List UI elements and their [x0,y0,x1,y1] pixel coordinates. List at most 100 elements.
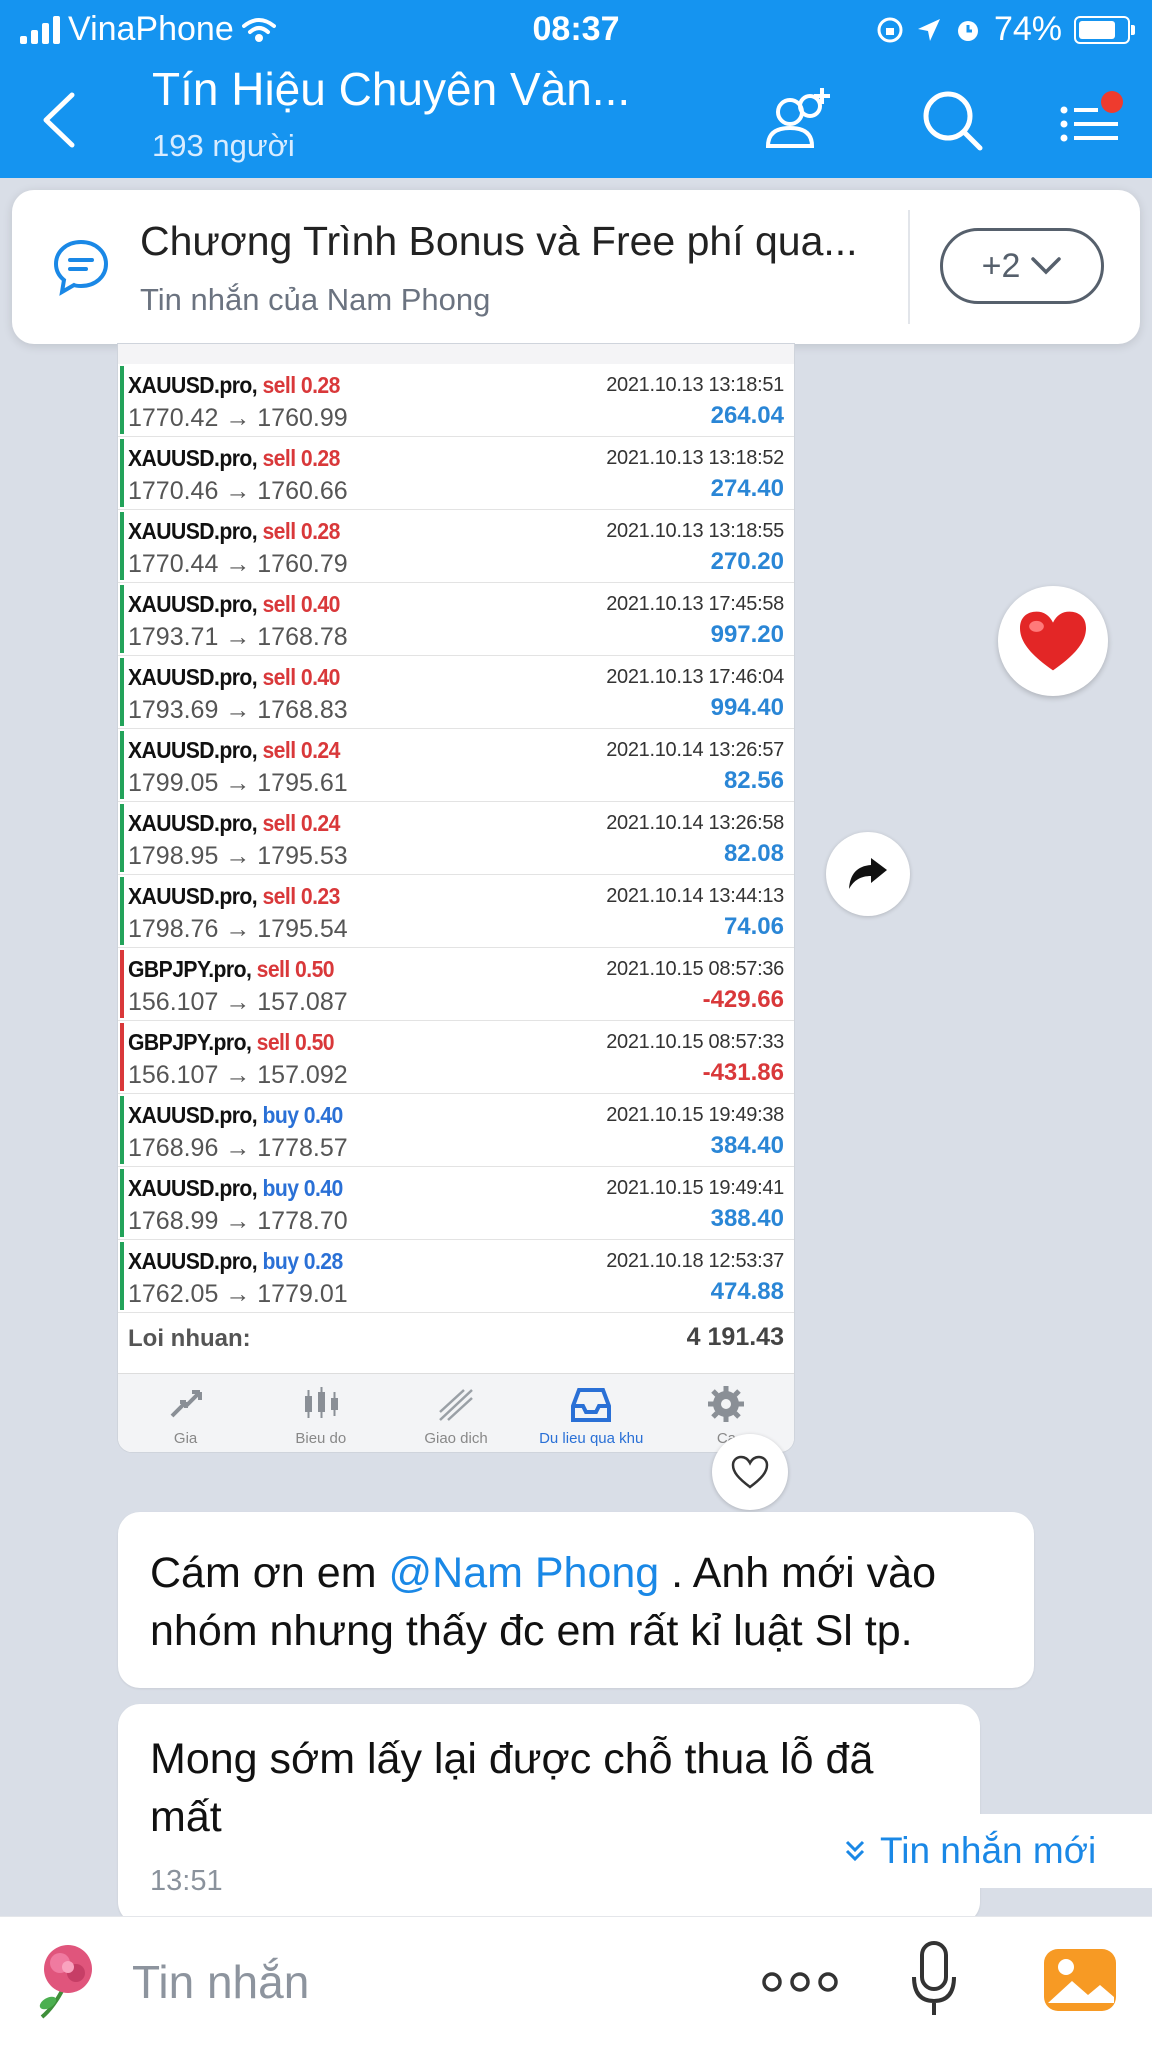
trade-side: sell 0.40 [262,591,341,617]
message-bubble[interactable]: Cám ơn em @Nam Phong . Anh mới vào nhóm … [118,1512,1034,1688]
trade-prices: 156.107 → 157.087 [128,988,348,1016]
mt-bottom-nav: Gia Bieu do Giao dich Du lieu qua khu Ca [118,1373,794,1452]
group-title[interactable]: Tín Hiệu Chuyên Vàn... [152,62,630,116]
trade-side: sell 0.50 [257,1029,335,1055]
mt-tab-gia: Gia [118,1374,253,1452]
trade-prices: 1798.76 → 1795.54 [128,915,348,943]
trade-side-text: sell [262,737,296,763]
trade-symbol: XAUUSD.pro, [128,1102,258,1128]
share-arrow-icon [849,858,887,889]
image-top-edge [118,344,794,364]
trade-volume: 0.23 [300,883,341,909]
trade-profit: 82.08 [723,840,784,867]
more-options-icon[interactable] [760,1957,840,2007]
pinned-sender: Tin nhắn của Nam Phong [140,282,491,317]
trade-direction-bar [120,1169,124,1237]
sticker-icon[interactable] [24,1937,110,2023]
trade-direction-bar [120,1023,124,1091]
trade-profit: -431.86 [702,1059,784,1086]
trade-list: XAUUSD.pro, sell 0.28 1770.42 → 1760.99 20… [118,364,794,1313]
heart-icon [1020,611,1086,671]
message-input[interactable]: Tin nhắn [132,1955,309,2009]
trade-prices: 1793.69 → 1768.83 [128,696,348,724]
trade-direction-bar [120,1096,124,1164]
trade-icon [439,1389,473,1421]
trade-side: buy 0.40 [262,1102,343,1128]
trade-symbol: GBPJPY.pro, [128,1029,252,1055]
new-messages-button[interactable]: Tin nhắn mới [816,1814,1152,1888]
trade-date: 2021.10.15 19:49:41 [606,1177,784,1199]
trade-symbol: XAUUSD.pro, [128,1248,258,1274]
trade-side: sell 0.24 [262,737,340,763]
heart-reaction-badge[interactable] [998,586,1108,696]
trade-profit: 264.04 [710,402,784,429]
trade-direction-bar [120,731,124,799]
trade-row: XAUUSD.pro, sell 0.28 1770.44 → 1760.79 20… [118,510,794,583]
trade-direction-bar [120,658,124,726]
trade-volume: 0.40 [300,591,341,617]
trade-prices: 1768.96 → 1778.57 [128,1134,348,1162]
trade-volume: 0.50 [295,956,335,982]
trade-profit: 274.40 [710,475,784,502]
trade-side: sell 0.40 [262,664,340,690]
add-member-icon[interactable] [760,80,840,160]
forward-button[interactable] [826,832,910,916]
message-time: 13:51 [150,1865,223,1897]
mention-link[interactable]: @Nam Phong [388,1549,659,1597]
trade-history-image[interactable]: XAUUSD.pro, sell 0.28 1770.42 → 1760.99 20… [118,344,794,1452]
menu-list-icon[interactable] [1052,80,1132,160]
trade-side-text: sell [262,445,296,471]
trade-direction-bar [120,877,124,945]
trade-symbol: XAUUSD.pro, [128,1175,258,1201]
trade-direction-bar [120,512,124,580]
trade-symbol-line: XAUUSD.pro, buy 0.40 [128,1102,343,1129]
trade-profit: 997.20 [710,621,784,648]
trade-symbol-line: XAUUSD.pro, sell 0.40 [128,664,340,691]
trade-symbol-line: XAUUSD.pro, sell 0.28 [128,518,340,545]
trade-row: XAUUSD.pro, sell 0.23 1798.76 → 1795.54 20… [118,875,794,948]
trade-volume: 0.40 [303,1175,344,1201]
trade-side: sell 0.23 [262,883,341,909]
trade-side-text: sell [262,518,296,544]
trade-volume: 0.24 [300,810,341,836]
more-pinned-button[interactable]: +2 [940,228,1104,304]
trade-volume: 0.28 [303,1248,344,1274]
trade-profit: 384.40 [710,1132,784,1159]
pinned-message-banner[interactable]: Chương Trình Bonus và Free phí qua... Ti… [12,190,1140,344]
trade-profit: 474.88 [710,1278,784,1305]
react-heart-button[interactable] [712,1434,788,1510]
trade-row: XAUUSD.pro, sell 0.28 1770.46 → 1760.66 20… [118,437,794,510]
trade-side-text: sell [262,664,296,690]
trade-direction-bar [120,439,124,507]
microphone-icon[interactable] [908,1939,960,2021]
trade-symbol-line: XAUUSD.pro, sell 0.24 [128,737,340,764]
trade-prices: 1793.71 → 1768.78 [128,623,348,651]
trade-profit: 270.20 [710,548,784,575]
trade-profit: 82.56 [723,767,784,794]
trade-date: 2021.10.13 17:45:58 [606,593,784,615]
trade-profit: -429.66 [702,986,784,1013]
trade-side: buy 0.28 [262,1248,344,1274]
rotation-lock-icon [877,17,903,42]
new-messages-label: Tin nhắn mới [880,1830,1097,1871]
more-pinned-count: +2 [981,246,1021,285]
trade-row: XAUUSD.pro, buy 0.40 1768.96 → 1778.57 202… [118,1094,794,1167]
trade-date: 2021.10.13 17:46:04 [606,666,784,688]
trade-symbol-line: XAUUSD.pro, sell 0.28 [128,372,340,399]
trade-row: XAUUSD.pro, buy 0.40 1768.99 → 1778.70 202… [118,1167,794,1240]
trade-symbol: XAUUSD.pro, [128,883,258,909]
photo-gallery-icon[interactable] [1042,1945,1118,2015]
trade-row: XAUUSD.pro, sell 0.40 1793.71 → 1768.78 20… [118,583,794,656]
trade-direction-bar [120,1242,124,1310]
trade-side: sell 0.28 [262,445,340,471]
mt-tab-giao-dich: Giao dich [388,1374,523,1452]
search-icon[interactable] [912,80,992,160]
trade-symbol-line: GBPJPY.pro, sell 0.50 [128,956,335,983]
trade-row: XAUUSD.pro, buy 0.28 1762.05 → 1779.01 202… [118,1240,794,1313]
trade-side-text: buy [262,1102,299,1128]
trade-symbol: XAUUSD.pro, [128,445,258,471]
back-arrow-icon[interactable] [36,85,80,155]
mt-tab-label: Du lieu qua khu [539,1430,644,1447]
mt-tab-du-lieu: Du lieu qua khu [524,1374,659,1452]
mt-tab-bieu-do: Bieu do [253,1374,388,1452]
